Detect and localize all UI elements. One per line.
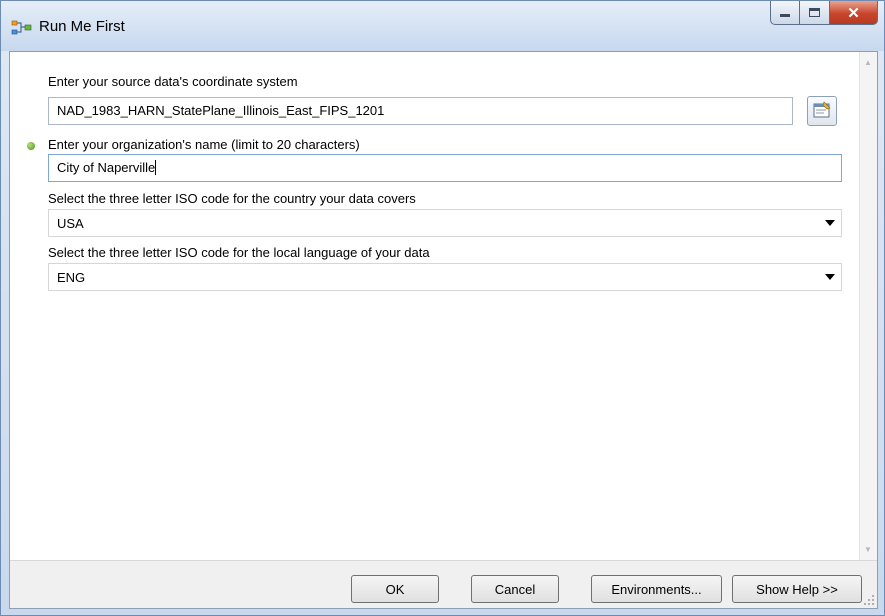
- coord-system-browse-button[interactable]: [807, 96, 837, 126]
- required-parameter-dot: [27, 142, 35, 150]
- maximize-icon: [809, 8, 820, 17]
- country-code-value: USA: [57, 216, 84, 231]
- environments-button[interactable]: Environments...: [591, 575, 722, 603]
- resize-grip-icon[interactable]: [863, 594, 875, 606]
- dialog-window: Run Me First ✕ Enter your source data's …: [0, 0, 885, 616]
- show-help-button[interactable]: Show Help >>: [732, 575, 862, 603]
- spatial-reference-properties-icon: [812, 100, 832, 123]
- language-code-value: ENG: [57, 270, 86, 285]
- button-bar: OK Cancel Environments... Show Help >>: [10, 560, 877, 608]
- country-code-select[interactable]: USA: [48, 209, 842, 237]
- minimize-button[interactable]: [770, 1, 800, 25]
- country-code-label: Select the three letter ISO code for the…: [48, 191, 416, 206]
- cancel-button[interactable]: Cancel: [471, 575, 559, 603]
- coord-system-field[interactable]: NAD_1983_HARN_StatePlane_Illinois_East_F…: [48, 97, 793, 125]
- title-bar[interactable]: Run Me First ✕: [1, 1, 884, 51]
- parameters-panel: Enter your source data's coordinate syst…: [10, 52, 860, 560]
- chevron-down-icon: [825, 274, 835, 280]
- minimize-icon: [780, 14, 790, 17]
- ok-button[interactable]: OK: [351, 575, 439, 603]
- org-name-label: Enter your organization's name (limit to…: [48, 137, 360, 152]
- chevron-down-icon: [825, 220, 835, 226]
- text-caret: [155, 160, 157, 175]
- vertical-scrollbar[interactable]: ▲ ▼: [859, 52, 877, 560]
- model-tool-icon: [11, 19, 33, 37]
- language-code-label: Select the three letter ISO code for the…: [48, 245, 430, 260]
- scroll-up-icon[interactable]: ▲: [864, 58, 872, 67]
- coord-system-label: Enter your source data's coordinate syst…: [48, 74, 298, 89]
- window-title: Run Me First: [39, 18, 125, 35]
- org-name-field[interactable]: City of Naperville: [48, 154, 842, 182]
- close-icon: ✕: [847, 4, 860, 22]
- close-button[interactable]: ✕: [830, 1, 878, 25]
- caption-buttons: ✕: [770, 1, 878, 27]
- maximize-button[interactable]: [800, 1, 830, 25]
- dialog-client-area: Enter your source data's coordinate syst…: [9, 51, 878, 609]
- scroll-down-icon[interactable]: ▼: [864, 545, 872, 554]
- org-name-value: City of Naperville: [57, 160, 156, 175]
- language-code-select[interactable]: ENG: [48, 263, 842, 291]
